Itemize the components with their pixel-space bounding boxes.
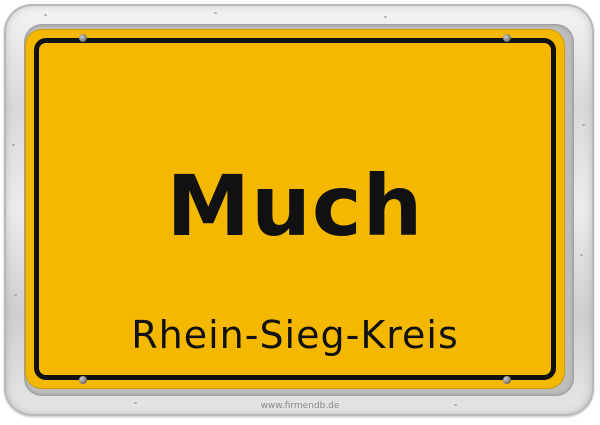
frame-speck	[214, 12, 217, 14]
frame-speck	[44, 14, 47, 16]
district-name: Rhein-Sieg-Kreis	[131, 313, 459, 357]
rivet-top-right	[503, 34, 511, 42]
frame-speck	[582, 124, 585, 126]
frame-speck	[580, 254, 583, 256]
frame-speck	[12, 144, 15, 146]
watermark: www.firmendb.de	[260, 401, 340, 411]
rivet-bottom-right	[503, 376, 511, 384]
town-sign: Much Rhein-Sieg-Kreis	[26, 30, 564, 388]
frame-speck	[14, 294, 17, 296]
rivet-top-left	[79, 34, 87, 42]
town-name: Much	[166, 157, 424, 255]
rivet-bottom-left	[79, 376, 87, 384]
frame-speck	[384, 16, 387, 18]
